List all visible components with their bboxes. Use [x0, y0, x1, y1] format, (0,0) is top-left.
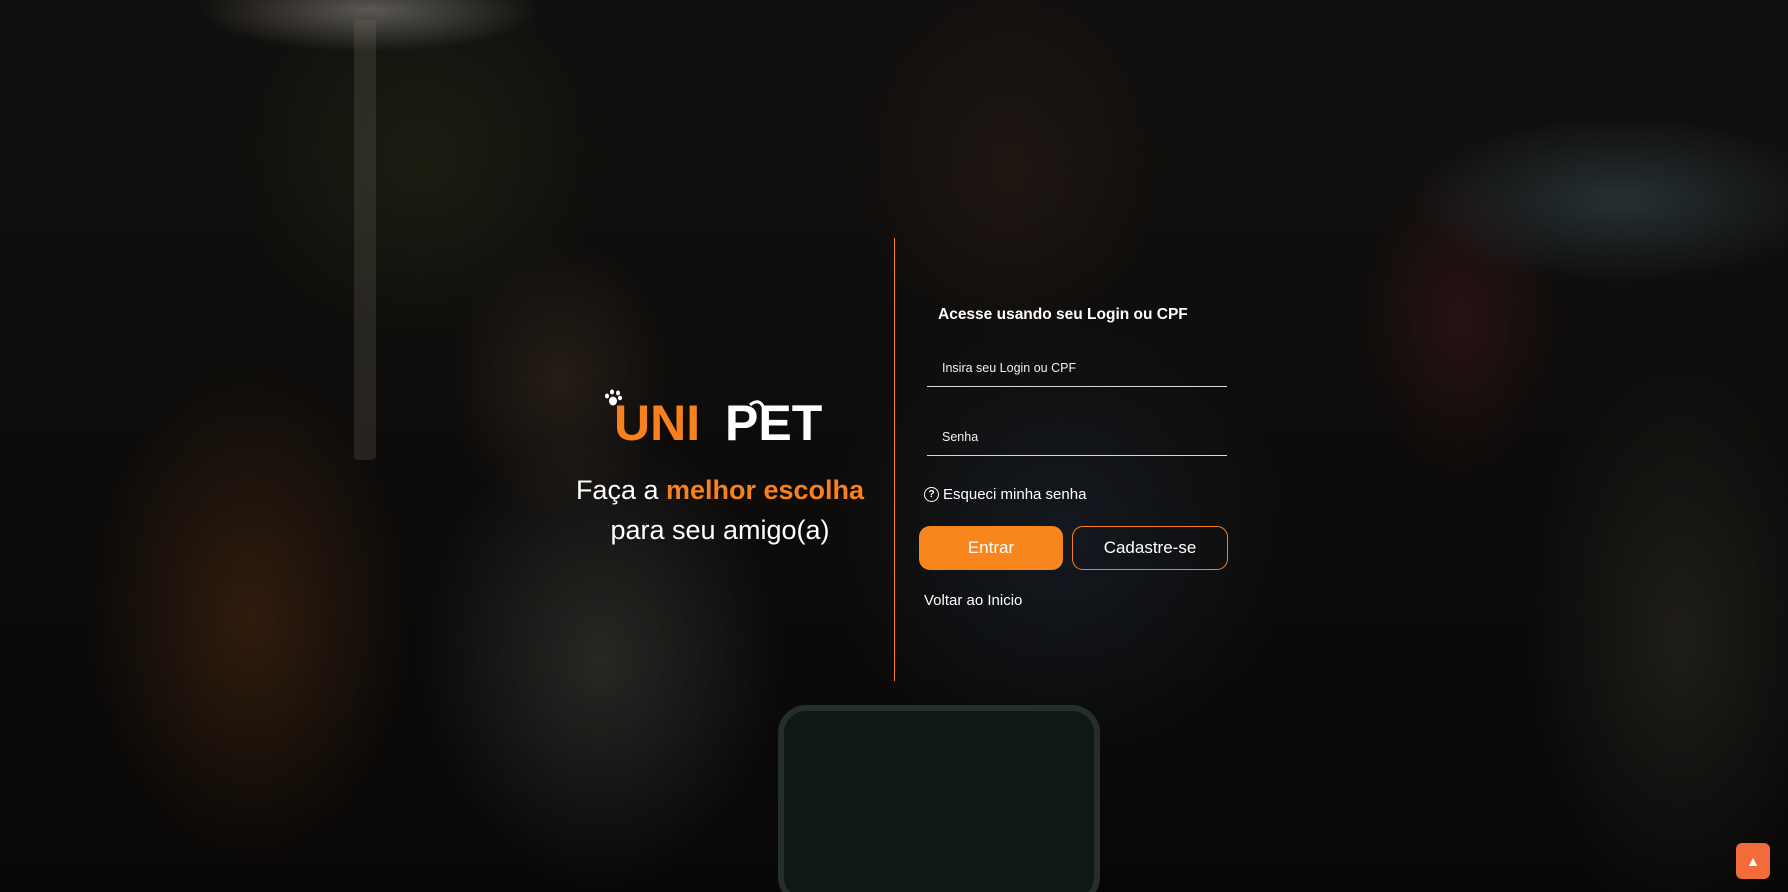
password-field	[927, 419, 1227, 456]
back-to-home-link[interactable]: Voltar ao Inicio	[924, 592, 1022, 609]
logo-uni-text: UNI	[614, 395, 700, 447]
login-input[interactable]	[927, 350, 1227, 386]
arrow-up-icon: ▲	[1746, 853, 1760, 869]
brand-panel: UNI PET Faça a melhor escolha para seu a…	[520, 385, 920, 550]
login-page: UNI PET Faça a melhor escolha para seu a…	[0, 0, 1788, 892]
question-circle-icon: ?	[924, 487, 939, 502]
forgot-password-label: Esqueci minha senha	[943, 486, 1087, 503]
tagline: Faça a melhor escolha para seu amigo(a)	[520, 470, 920, 550]
logo-pet-text: PET	[725, 395, 822, 447]
vertical-divider	[894, 238, 895, 681]
forgot-password-link[interactable]: ? Esqueci minha senha	[924, 486, 1086, 503]
unipet-logo: UNI PET	[600, 385, 840, 447]
login-field	[927, 350, 1227, 387]
register-button[interactable]: Cadastre-se	[1072, 526, 1228, 570]
form-title: Acesse usando seu Login ou CPF	[938, 306, 1188, 323]
scroll-to-top-button[interactable]: ▲	[1736, 843, 1770, 879]
password-input[interactable]	[927, 419, 1227, 455]
tagline-prefix: Faça a	[575, 475, 666, 505]
unipet-logo-graphic: UNI PET	[605, 389, 822, 447]
login-button[interactable]: Entrar	[919, 526, 1063, 570]
tagline-line2: para seu amigo(a)	[610, 515, 830, 545]
tagline-highlight: melhor escolha	[665, 475, 865, 505]
